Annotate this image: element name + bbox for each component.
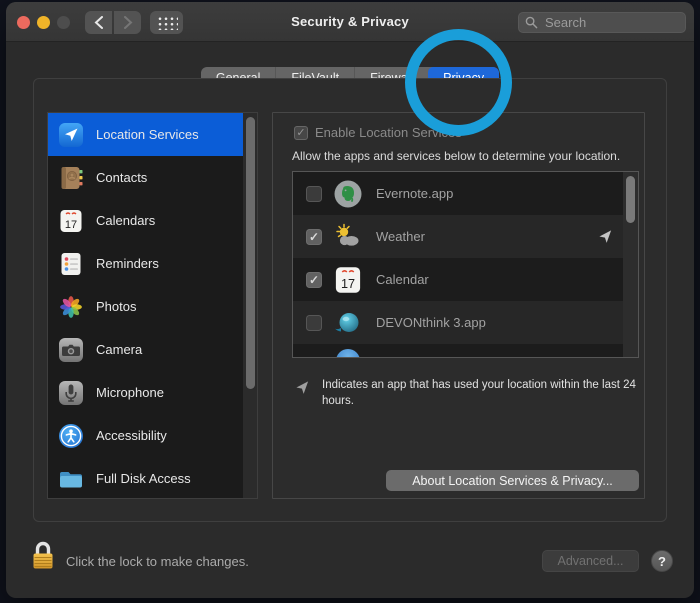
app-row-evernote-app: Evernote.app bbox=[293, 172, 623, 215]
location-services-icon bbox=[58, 122, 84, 148]
accessibility-icon bbox=[58, 423, 84, 449]
contacts-icon bbox=[58, 165, 84, 191]
reminders-icon bbox=[58, 251, 84, 277]
advanced-button[interactable]: Advanced... bbox=[542, 550, 639, 572]
lock-icon[interactable] bbox=[30, 540, 56, 573]
location-services-pane: ✓ Enable Location Services Allow the app… bbox=[272, 112, 645, 499]
location-arrow-icon bbox=[295, 380, 310, 395]
pane-description: Allow the apps and services below to det… bbox=[292, 149, 620, 163]
sidebar-item-full-disk-access[interactable]: Full Disk Access bbox=[48, 457, 243, 499]
enable-location-services-checkbox: ✓ bbox=[294, 126, 308, 140]
photos-icon bbox=[58, 294, 84, 320]
app-checkbox-devonthink-3-app[interactable] bbox=[306, 315, 322, 331]
svg-text:17: 17 bbox=[341, 277, 355, 291]
help-button[interactable]: ? bbox=[651, 550, 673, 572]
full-disk-access-icon bbox=[58, 466, 84, 492]
about-location-services-button[interactable]: About Location Services & Privacy... bbox=[386, 470, 639, 491]
app-list-scrollbar-thumb[interactable] bbox=[626, 176, 635, 223]
app-row-calendar: ✓17Calendar bbox=[293, 258, 623, 301]
app-checkbox-weather[interactable]: ✓ bbox=[306, 229, 322, 245]
titlebar: Security & Privacy bbox=[6, 2, 694, 42]
sidebar-item-reminders[interactable]: Reminders bbox=[48, 242, 243, 285]
app-checkbox-evernote-app[interactable] bbox=[306, 186, 322, 202]
sidebar-list: Location ServicesContacts17CalendarsRemi… bbox=[48, 113, 257, 499]
lock-hint-text: Click the lock to make changes. bbox=[66, 554, 249, 569]
microphone-icon bbox=[58, 380, 84, 406]
devonthink-icon bbox=[333, 308, 363, 338]
sidebar-scrollbar-track[interactable] bbox=[243, 113, 257, 498]
evernote-icon bbox=[333, 179, 363, 209]
app-rows: Evernote.app✓Weather✓17CalendarDEVONthin… bbox=[293, 172, 638, 358]
sidebar-item-accessibility[interactable]: Accessibility bbox=[48, 414, 243, 457]
weather-icon bbox=[333, 222, 363, 252]
blue-app-icon bbox=[333, 346, 363, 358]
app-row-partial bbox=[293, 344, 623, 358]
app-list-scrollbar-track[interactable] bbox=[623, 172, 638, 357]
sidebar-item-contacts[interactable]: Contacts bbox=[48, 156, 243, 199]
enable-location-services-label: Enable Location Services bbox=[315, 125, 462, 140]
privacy-sidebar: Location ServicesContacts17CalendarsRemi… bbox=[47, 112, 258, 499]
app-checkbox-calendar[interactable]: ✓ bbox=[306, 272, 322, 288]
app-list: Evernote.app✓Weather✓17CalendarDEVONthin… bbox=[292, 171, 639, 358]
sidebar-item-calendars[interactable]: 17Calendars bbox=[48, 199, 243, 242]
calendar-app-icon: 17 bbox=[333, 265, 363, 295]
svg-text:17: 17 bbox=[65, 219, 77, 231]
sidebar-item-photos[interactable]: Photos bbox=[48, 285, 243, 328]
sidebar-item-camera[interactable]: Camera bbox=[48, 328, 243, 371]
calendars-icon: 17 bbox=[58, 208, 84, 234]
search-input[interactable] bbox=[518, 12, 686, 33]
security-privacy-window: Security & Privacy GeneralFileVaultFirew… bbox=[6, 2, 694, 598]
app-row-devonthink-3-app: DEVONthink 3.app bbox=[293, 301, 623, 344]
app-row-weather: ✓Weather bbox=[293, 215, 623, 258]
sidebar-item-microphone[interactable]: Microphone bbox=[48, 371, 243, 414]
sidebar-item-location-services[interactable]: Location Services bbox=[48, 113, 243, 156]
camera-icon bbox=[58, 337, 84, 363]
sidebar-scrollbar-thumb[interactable] bbox=[246, 117, 255, 389]
recent-location-arrow-icon bbox=[598, 229, 613, 244]
recent-usage-note: Indicates an app that has used your loca… bbox=[322, 377, 646, 409]
search-icon bbox=[525, 16, 538, 29]
